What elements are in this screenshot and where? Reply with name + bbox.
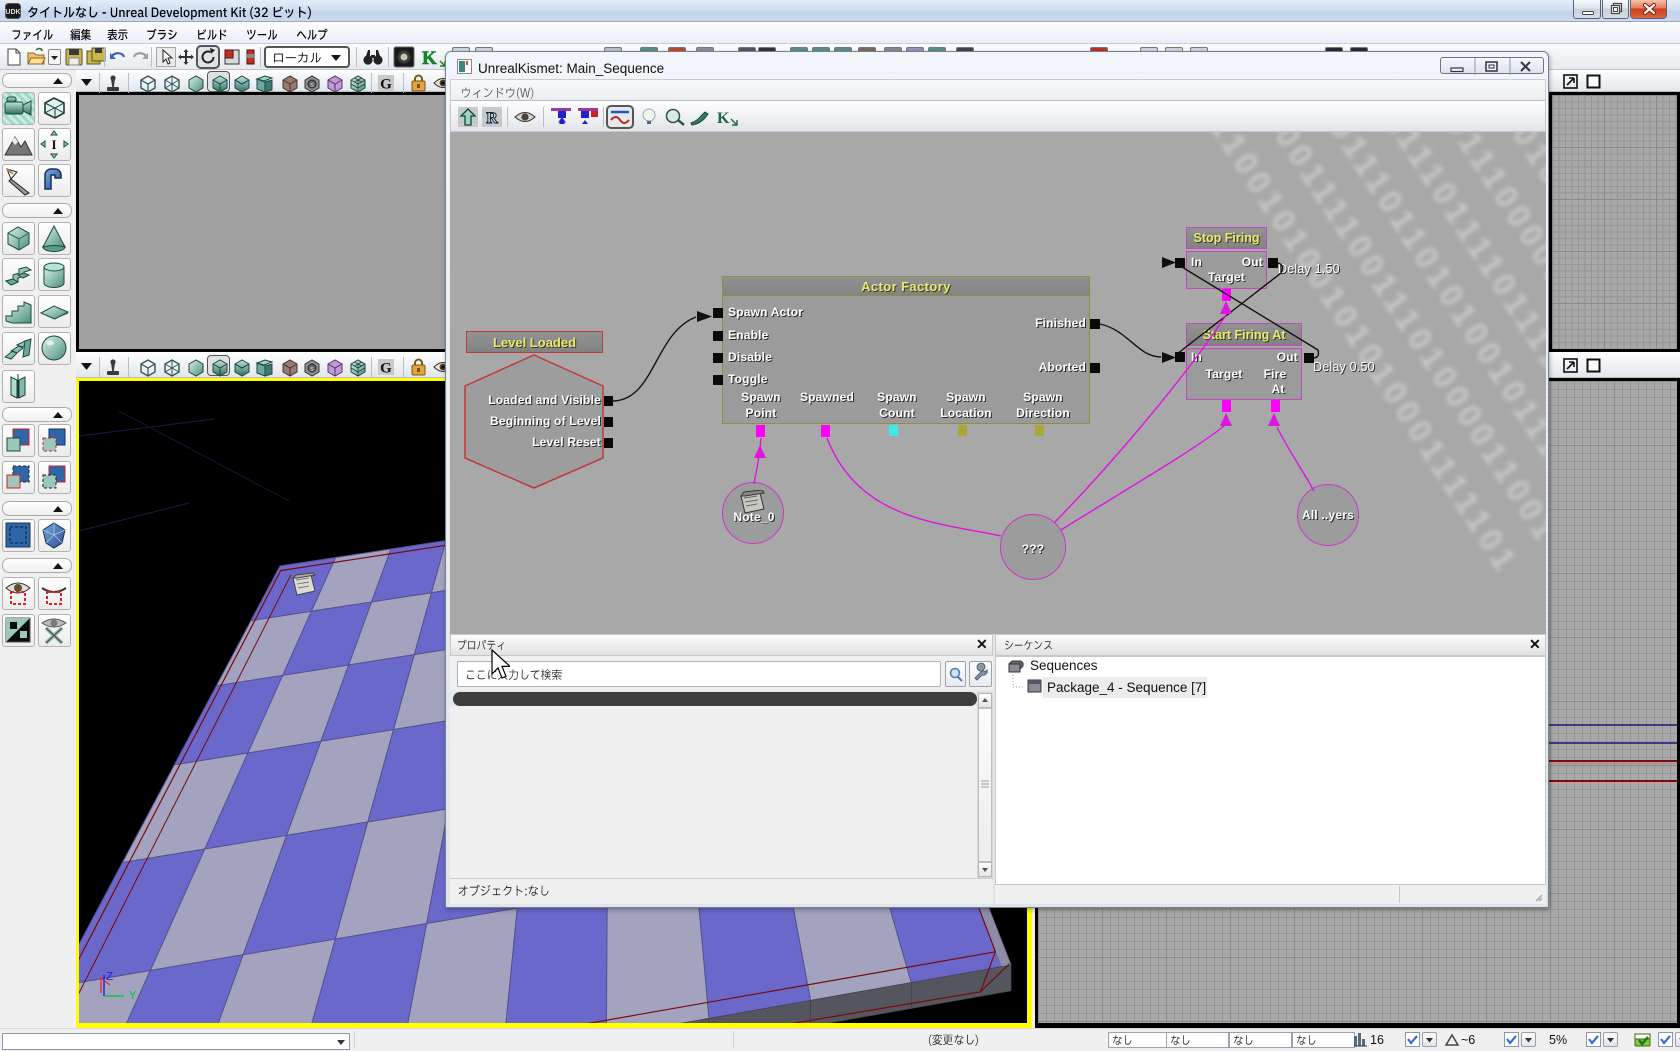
svg-text:s: s <box>310 82 314 89</box>
svg-text:K: K <box>717 110 730 127</box>
svg-text:K: K <box>422 48 437 69</box>
svg-text:Y: Y <box>129 989 136 1003</box>
svg-text:Z: Z <box>106 970 113 984</box>
svg-text:G: G <box>380 77 392 93</box>
svg-text:I: I <box>51 137 56 152</box>
svg-text:G: G <box>380 361 392 377</box>
svg-text:UDK: UDK <box>5 9 20 16</box>
svg-text:R: R <box>486 110 498 127</box>
svg-text:s: s <box>310 366 314 373</box>
